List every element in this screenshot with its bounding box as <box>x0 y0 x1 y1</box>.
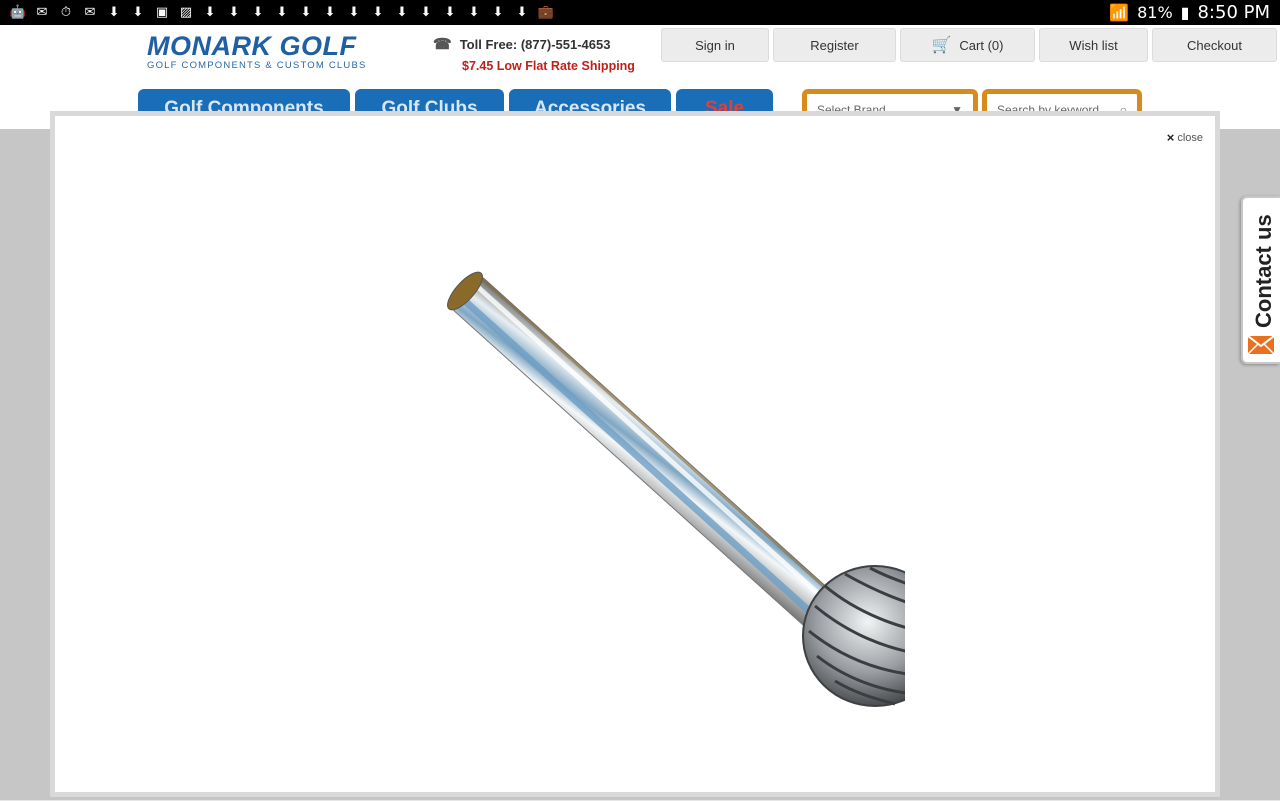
status-right: 📶 81% ▮ 8:50 PM <box>1109 2 1280 23</box>
clock-time: 8:50 PM <box>1197 2 1270 23</box>
wish-list-button[interactable]: Wish list <box>1039 28 1148 62</box>
download-icon: ⬇ <box>396 5 408 20</box>
image-lightbox: × close <box>50 111 1220 797</box>
shipping-promo: $7.45 Low Flat Rate Shipping <box>462 59 635 73</box>
download-icon: ⬇ <box>300 5 312 20</box>
register-button[interactable]: Register <box>773 28 896 62</box>
phone-icon: ☎ <box>433 36 452 53</box>
status-bar: 🤖 ✉ ⏱ ✉ ⬇ ⬇ ▣ ▨ ⬇ ⬇ ⬇ ⬇ ⬇ ⬇ ⬇ ⬇ ⬇ ⬇ ⬇ ⬇ … <box>0 0 1280 25</box>
contact-us-tab[interactable]: Contact us <box>1241 196 1280 364</box>
download-icon: ⬇ <box>132 5 144 20</box>
download-icon: ⬇ <box>444 5 456 20</box>
battery-icon: ▮ <box>1180 3 1190 22</box>
wifi-icon: 📶 <box>1109 3 1130 22</box>
download-icon: ⬇ <box>324 5 336 20</box>
download-icon: ⬇ <box>276 5 288 20</box>
cart-icon: 🛒 <box>931 37 952 54</box>
download-icon: ⬇ <box>420 5 432 20</box>
mail-icon: ✉ <box>36 5 48 20</box>
save-icon: ▣ <box>155 5 169 20</box>
battery-level: 81% <box>1137 3 1173 22</box>
contact-info: ☎ Toll Free: (877)-551-4653 $7.45 Low Fl… <box>433 35 635 73</box>
account-nav: Sign in Register 🛒 Cart (0) Wish list Ch… <box>661 28 1277 62</box>
briefcase-icon: 💼 <box>537 5 555 20</box>
checkout-button[interactable]: Checkout <box>1152 28 1277 62</box>
gmail-icon: ✉ <box>84 5 96 20</box>
notification-icons: 🤖 ✉ ⏱ ✉ ⬇ ⬇ ▣ ▨ ⬇ ⬇ ⬇ ⬇ ⬇ ⬇ ⬇ ⬇ ⬇ ⬇ ⬇ ⬇ … <box>0 4 556 22</box>
cart-label: Cart (0) <box>959 37 1004 53</box>
clock-icon: ⏱ <box>60 5 72 20</box>
download-icon: ⬇ <box>516 5 528 20</box>
contact-us-label: Contact us <box>1251 214 1276 328</box>
download-icon: ⬇ <box>348 5 360 20</box>
download-icon: ⬇ <box>252 5 264 20</box>
download-icon: ⬇ <box>492 5 504 20</box>
logo-title: MONARK GOLF <box>147 31 357 61</box>
image-icon: ▨ <box>179 5 193 20</box>
envelope-icon <box>1248 336 1274 354</box>
download-icon: ⬇ <box>468 5 480 20</box>
logo-tagline: GOLF COMPONENTS & CUSTOM CLUBS <box>147 60 367 71</box>
close-icon: × <box>1166 130 1175 145</box>
close-button[interactable]: × close <box>1167 130 1203 145</box>
download-icon: ⬇ <box>204 5 216 20</box>
android-icon: 🤖 <box>9 5 27 20</box>
download-icon: ⬇ <box>108 5 120 20</box>
toll-free-number: Toll Free: (877)-551-4653 <box>459 36 611 52</box>
download-icon: ⬇ <box>372 5 384 20</box>
close-label: close <box>1177 131 1203 144</box>
site-logo[interactable]: MONARK GOLF GOLF COMPONENTS & CUSTOM CLU… <box>147 32 367 71</box>
download-icon: ⬇ <box>228 5 240 20</box>
product-image-ball-burr <box>447 271 905 707</box>
lightbox-content: × close <box>55 116 1215 792</box>
cart-button[interactable]: 🛒 Cart (0) <box>900 28 1035 62</box>
sign-in-button[interactable]: Sign in <box>661 28 769 62</box>
